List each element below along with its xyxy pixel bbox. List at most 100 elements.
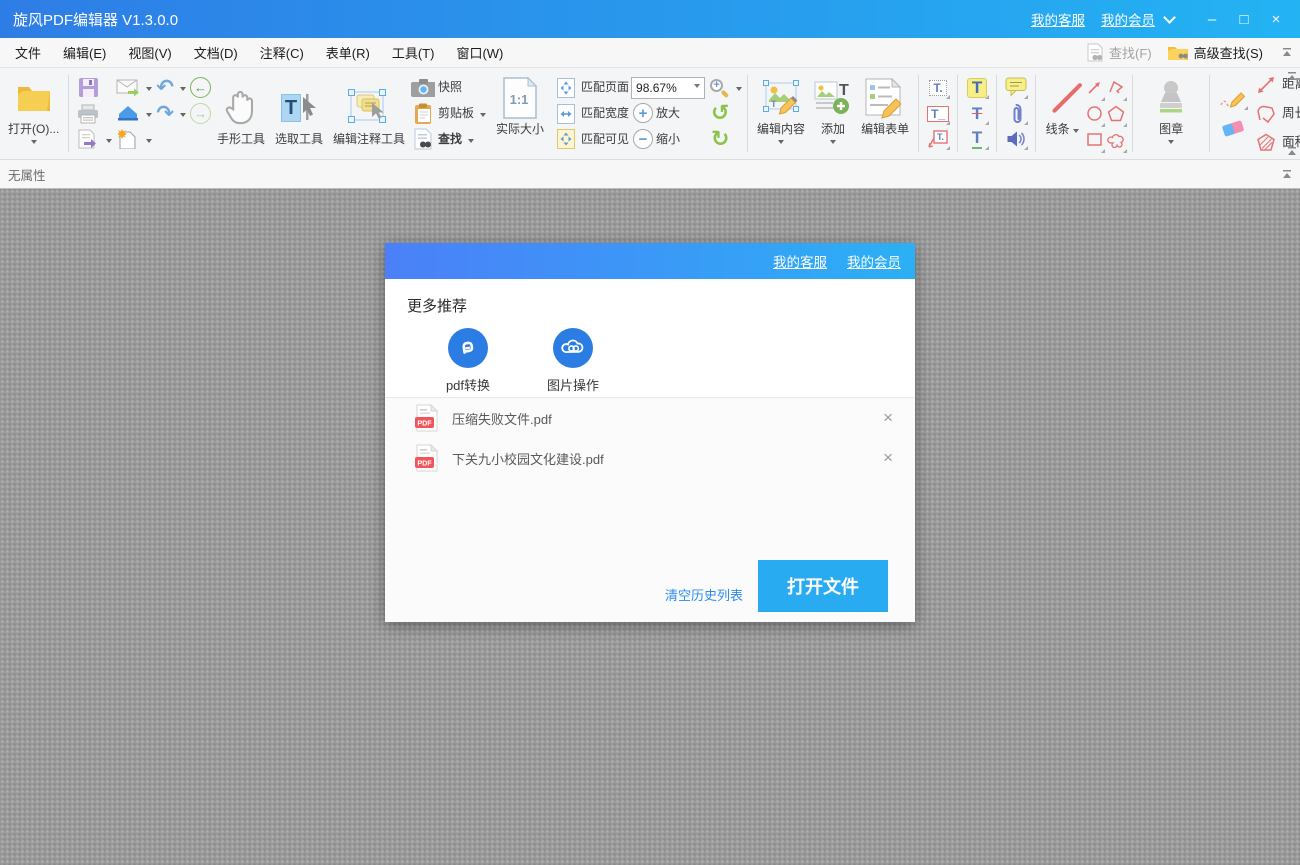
fit-page-button[interactable]: 匹配页面 — [552, 75, 631, 101]
edit-form-button[interactable]: 编辑表单 — [857, 71, 913, 156]
window-controls: – □ × — [1198, 6, 1290, 32]
edit-content-label: 编辑内容 — [757, 122, 805, 137]
zoom-out-button[interactable]: −缩小 — [631, 126, 707, 152]
actual-size-button[interactable]: 1:1 实际大小 — [492, 71, 548, 156]
forward-arrow-icon: → — [190, 103, 211, 124]
textbox-button[interactable]: T_ — [924, 101, 952, 127]
underline-button[interactable]: T — [963, 126, 991, 152]
attachment-button[interactable] — [1002, 101, 1030, 127]
dialog-my-member-link[interactable]: 我的会员 — [847, 251, 901, 271]
menu-item-form[interactable]: 表单(R) — [315, 38, 381, 67]
sticky-note-button[interactable] — [1002, 75, 1030, 101]
remove-file-icon[interactable]: × — [883, 410, 893, 426]
remove-file-icon[interactable]: × — [883, 450, 893, 466]
perimeter-icon — [1254, 103, 1278, 125]
rotate-left-button[interactable]: ↺ — [711, 103, 729, 123]
fit-width-button[interactable]: 匹配宽度 — [552, 101, 631, 127]
menubar-right: 查找(F) 高级查找(S) — [1083, 41, 1292, 64]
dropdown-caret-icon — [180, 113, 186, 120]
image-tools-icon — [553, 328, 593, 368]
callout-button[interactable]: T. — [924, 126, 952, 152]
menu-item-document[interactable]: 文档(D) — [183, 38, 249, 67]
snapshot-button[interactable]: 快照 — [409, 75, 488, 101]
minimize-button[interactable]: – — [1198, 6, 1226, 32]
line-tool-button[interactable]: 线条 — [1041, 71, 1083, 156]
save-button[interactable] — [74, 75, 114, 101]
collapse-menubar-icon[interactable] — [1282, 48, 1292, 57]
image-tools-app[interactable]: 图片操作 — [537, 328, 609, 394]
open-file-dialog-button[interactable]: 打开文件 — [758, 560, 888, 612]
scanner-button[interactable] — [114, 101, 154, 127]
highlight-button[interactable]: T — [963, 75, 991, 101]
circle-shape-button[interactable] — [1083, 101, 1105, 127]
pdf-convert-app[interactable]: pdf转换 — [432, 328, 504, 394]
menu-item-tools[interactable]: 工具(T) — [381, 38, 446, 67]
clipboard-button[interactable]: 剪贴板 — [409, 101, 488, 127]
dropdown-caret-icon — [468, 139, 474, 146]
cloud-shape-button[interactable] — [1105, 127, 1127, 153]
recent-file-row[interactable]: PDF 压缩失败文件.pdf × — [385, 398, 915, 438]
collapse-propbar-icon[interactable] — [1282, 170, 1292, 179]
print-button[interactable] — [74, 101, 114, 127]
menu-item-comment[interactable]: 注释(C) — [249, 38, 315, 67]
menu-item-view[interactable]: 视图(V) — [117, 38, 182, 67]
clear-history-link[interactable]: 清空历史列表 — [665, 585, 743, 604]
pdf-badge: PDF — [417, 458, 432, 467]
maximize-button[interactable]: □ — [1230, 6, 1258, 32]
toolbar-separator — [747, 75, 748, 152]
typewriter-button[interactable]: T. — [924, 75, 952, 101]
rotate-right-button[interactable]: ↻ — [711, 129, 729, 149]
collapse-toolbar-icon[interactable] — [1287, 72, 1297, 81]
collapse-toolbar-icon[interactable] — [1287, 147, 1297, 156]
fit-width-label: 匹配宽度 — [581, 106, 629, 121]
stamp-button[interactable]: 图章 — [1138, 71, 1204, 156]
select-tool-button[interactable]: T 选取工具 — [271, 81, 327, 147]
redo-button[interactable]: ↷ — [154, 101, 188, 127]
advanced-find-button[interactable]: 高级查找(S) — [1163, 41, 1267, 64]
export-button[interactable] — [74, 126, 114, 152]
new-document-button[interactable] — [114, 126, 154, 152]
sound-button[interactable] — [1002, 126, 1030, 152]
add-button[interactable]: T 添加 — [809, 71, 857, 156]
app-title: 旋风PDF编辑器 V1.3.0.0 — [13, 9, 178, 30]
fileops-column-2 — [114, 71, 154, 156]
email-button[interactable] — [114, 75, 154, 101]
dialog-my-service-link[interactable]: 我的客服 — [773, 251, 827, 271]
paperclip-icon — [1004, 103, 1028, 125]
rectangle-shape-button[interactable] — [1083, 127, 1105, 153]
zoom-in-button[interactable]: +放大 — [631, 100, 707, 126]
open-file-button[interactable]: 打开(O)... — [4, 71, 63, 156]
dialog-recommend-section: 更多推荐 pdf转换 图片操作 — [385, 279, 915, 397]
pentagon-shape-button[interactable] — [1105, 101, 1127, 127]
edit-annotation-tool-button[interactable]: 编辑注释工具 — [329, 81, 409, 147]
close-button[interactable]: × — [1262, 6, 1290, 32]
menu-item-window[interactable]: 窗口(W) — [445, 38, 514, 67]
zoom-tool-button[interactable]: + — [709, 78, 729, 98]
hand-tool-button[interactable]: 手形工具 — [213, 81, 269, 147]
undo-button[interactable]: ↶ — [154, 75, 188, 101]
fit-visible-button[interactable]: 匹配可见 — [552, 126, 631, 152]
edit-annotation-icon — [345, 84, 393, 132]
my-member-link[interactable]: 我的会员 — [1101, 9, 1155, 29]
polyline-shape-button[interactable] — [1105, 75, 1127, 101]
recent-file-row[interactable]: PDF 下关九小校园文化建设.pdf × — [385, 438, 915, 478]
my-service-link[interactable]: 我的客服 — [1031, 9, 1085, 29]
zoom-level-combobox[interactable]: 98.67% — [631, 77, 705, 99]
chevron-down-icon[interactable] — [1163, 11, 1176, 24]
next-view-button[interactable]: → — [188, 101, 213, 127]
edit-content-button[interactable]: T 编辑内容 — [753, 71, 809, 156]
stamp-icon — [1152, 74, 1190, 122]
menu-item-edit[interactable]: 编辑(E) — [52, 38, 117, 67]
find-menu-button[interactable]: 查找(F) — [1083, 41, 1156, 64]
menu-item-file[interactable]: 文件 — [4, 38, 52, 67]
find-button[interactable]: 查找 — [409, 126, 488, 152]
edit-annotation-label: 编辑注释工具 — [333, 132, 405, 147]
eraser-tool-button[interactable] — [1218, 117, 1248, 139]
dialog-footer: 清空历史列表 打开文件 — [665, 560, 888, 612]
strikethrough-button[interactable]: T — [963, 101, 991, 127]
arrow-shape-button[interactable] — [1083, 75, 1105, 101]
fileops-column-4: ← → — [188, 71, 213, 156]
area-icon — [1254, 132, 1278, 154]
pencil-tool-button[interactable] — [1218, 88, 1248, 110]
previous-view-button[interactable]: ← — [188, 75, 213, 101]
